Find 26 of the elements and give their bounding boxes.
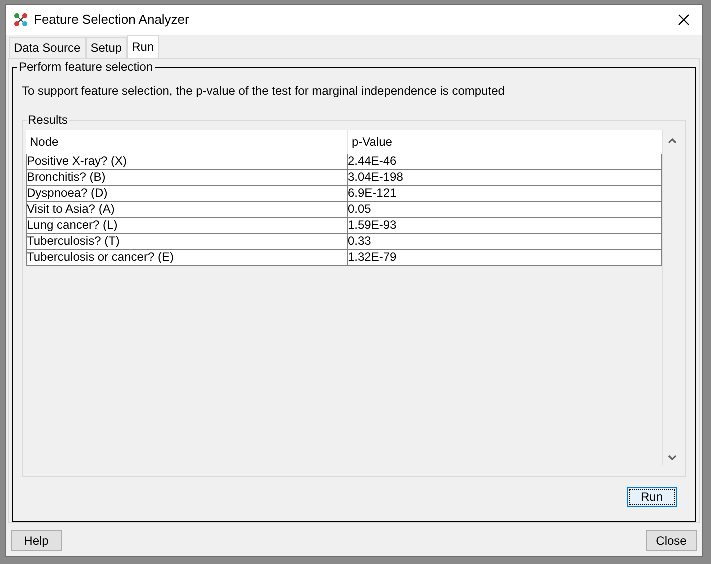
table-cell: Positive X-ray? (X) xyxy=(27,154,348,169)
help-button[interactable]: Help xyxy=(11,530,62,551)
scroll-down-icon[interactable] xyxy=(668,455,678,461)
table-cell: Visit to Asia? (A) xyxy=(27,202,348,217)
tab[interactable]: Setup xyxy=(86,37,128,58)
scroll-up-icon[interactable] xyxy=(668,138,678,144)
window-title: Feature Selection Analyzer xyxy=(34,11,190,30)
column-header[interactable]: p-Value xyxy=(348,130,662,154)
table-cell: Lung cancer? (L) xyxy=(27,218,348,233)
close-button[interactable]: Close xyxy=(646,530,697,551)
table-cell-text: 0.33 xyxy=(348,234,372,249)
description-text: To support feature selection, the p-value of the test for marginal independence is computed xyxy=(22,83,506,99)
table-cell-text: 0.05 xyxy=(348,202,372,217)
tab[interactable]: Data Source xyxy=(9,37,86,58)
table-cell-text: 1.32E-79 xyxy=(348,250,398,265)
table-cell-text: 6.9E-121 xyxy=(348,186,398,201)
table-cell: Tuberculosis or cancer? (E) xyxy=(27,250,348,265)
table-cell-text: 2.44E-46 xyxy=(348,154,398,169)
table-cell: Bronchitis? (B) xyxy=(27,170,348,185)
table-cell-text: 3.04E-198 xyxy=(348,170,404,185)
table-cell: Dyspnoea? (D) xyxy=(27,186,348,201)
table-cell-text: 1.59E-93 xyxy=(348,218,398,233)
network-nodes-icon xyxy=(14,13,28,27)
tab[interactable]: Run xyxy=(127,35,160,58)
run-button[interactable]: Run xyxy=(627,487,677,507)
table-cell: Tuberculosis? (T) xyxy=(27,234,348,249)
